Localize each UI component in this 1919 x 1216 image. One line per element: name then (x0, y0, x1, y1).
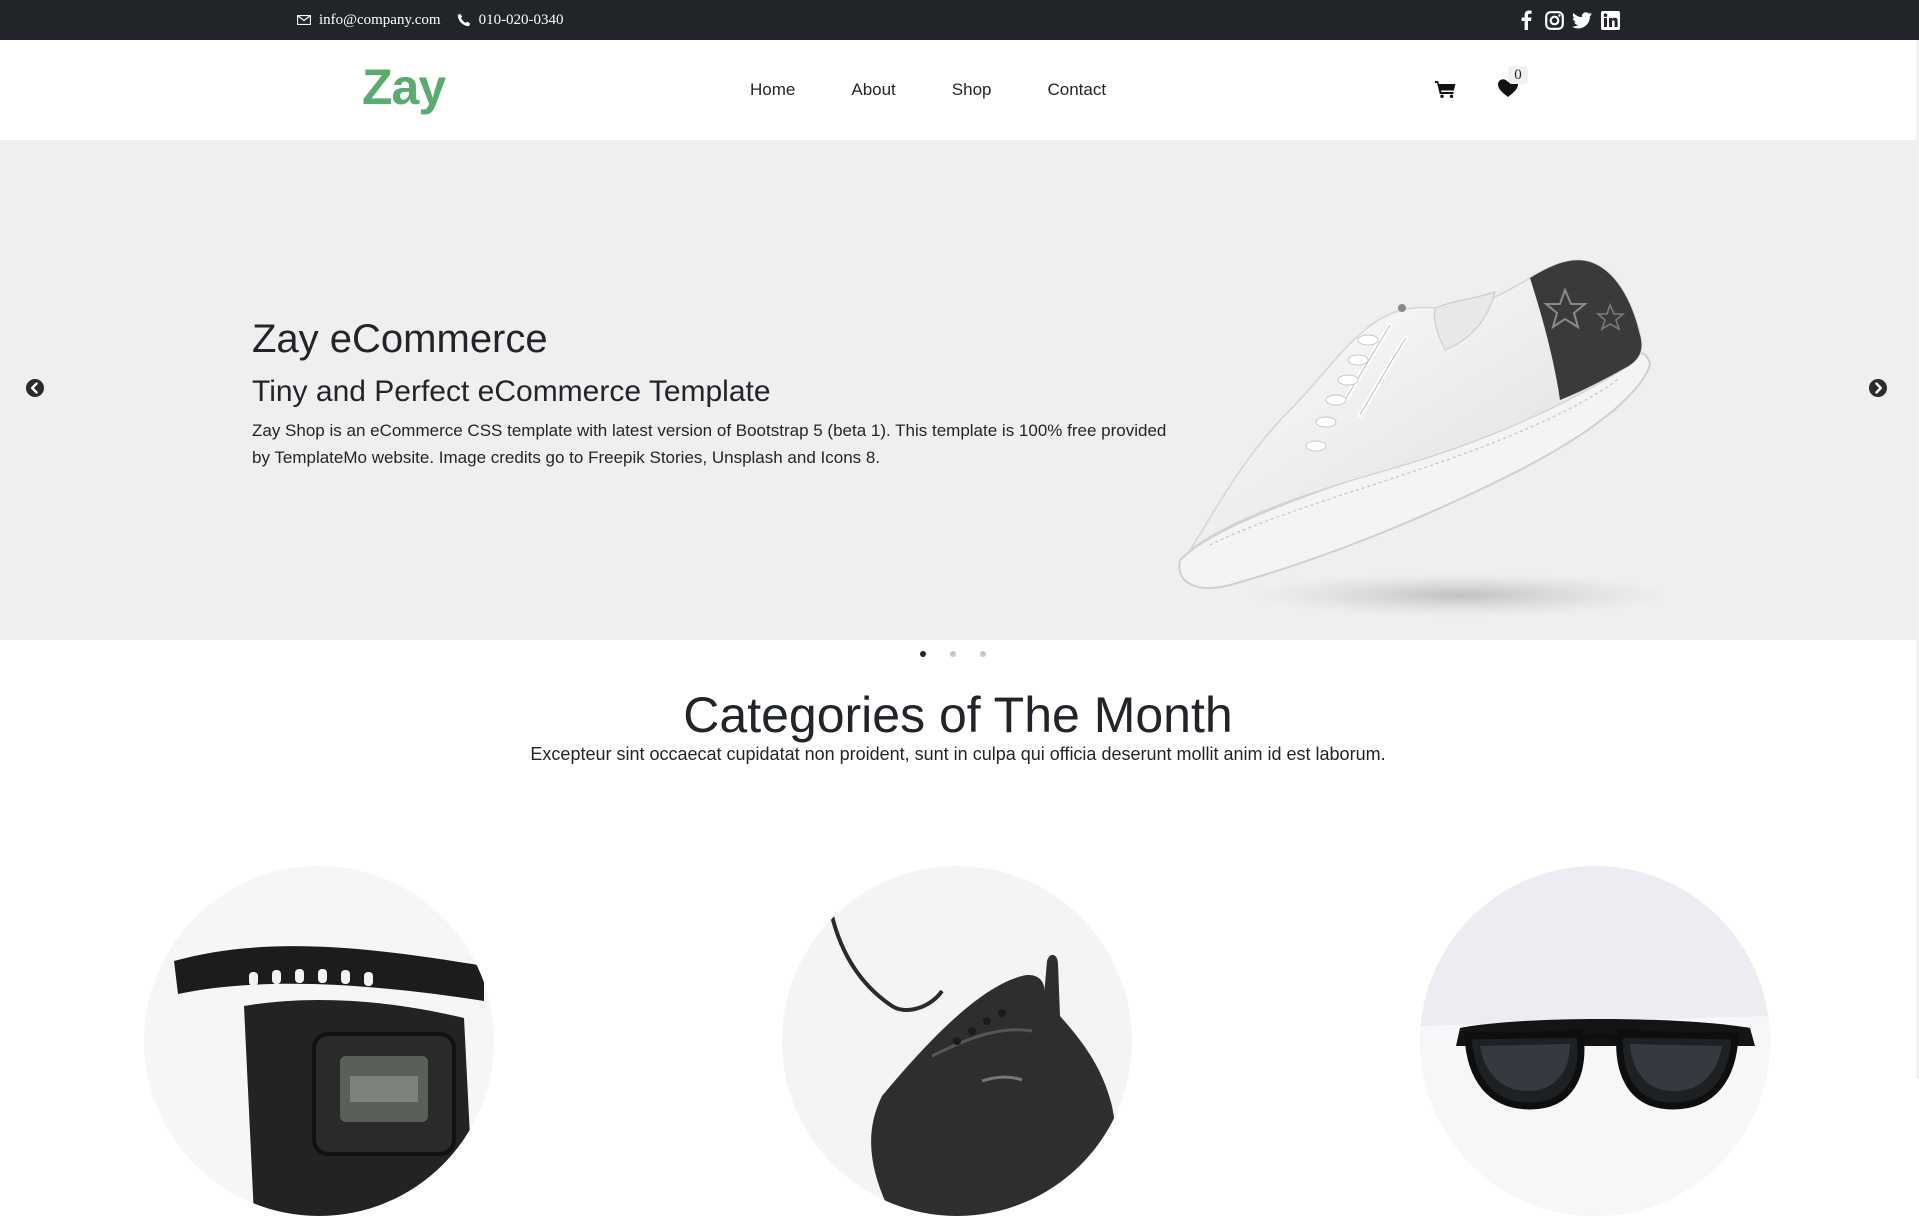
hero-shoe-image (1170, 200, 1670, 620)
wishlist-button[interactable]: 0 (1496, 66, 1528, 100)
linkedin-icon[interactable] (1600, 10, 1620, 30)
phone-icon (457, 13, 471, 27)
menu-item-contact[interactable]: Contact (1048, 80, 1107, 100)
carousel-next-button[interactable] (1868, 378, 1888, 398)
category-image-sunglasses[interactable] (1420, 866, 1770, 1216)
nav-icons: 0 (1434, 66, 1528, 100)
site-logo[interactable]: Zay (362, 62, 446, 112)
chevron-left-circle-icon (25, 379, 45, 402)
social-links (1516, 0, 1620, 40)
carousel-indicator-3[interactable] (980, 651, 986, 657)
hero-title: Zay eCommerce (252, 317, 548, 361)
wishlist-count-badge: 0 (1508, 66, 1528, 84)
instagram-icon[interactable] (1544, 10, 1564, 30)
hero-description: Zay Shop is an eCommerce CSS template wi… (252, 421, 1167, 467)
categories-subtitle: Excepteur sint occaecat cupidatat non pr… (530, 744, 1386, 764)
cart-icon[interactable] (1434, 76, 1458, 100)
main-menu: Home About Shop Contact (750, 40, 1106, 140)
hero-carousel: Zay eCommerce Tiny and Perfect eCommerce… (0, 140, 1916, 640)
phone-contact[interactable]: 010-020-0340 (457, 12, 564, 29)
carousel-prev-button[interactable] (25, 378, 45, 398)
category-image-watches[interactable] (144, 866, 494, 1216)
envelope-icon (297, 15, 311, 25)
email-link[interactable]: info@company.com (319, 12, 441, 29)
twitter-icon[interactable] (1572, 10, 1592, 30)
phone-link[interactable]: 010-020-0340 (479, 12, 564, 29)
heart-icon (1496, 79, 1520, 104)
menu-item-about[interactable]: About (851, 80, 895, 100)
facebook-icon[interactable] (1516, 10, 1536, 30)
menu-item-shop[interactable]: Shop (952, 80, 992, 100)
contact-info: info@company.com 010-020-0340 (297, 0, 572, 40)
email-contact[interactable]: info@company.com (297, 12, 441, 29)
menu-item-home[interactable]: Home (750, 80, 795, 100)
hero-subtitle: Tiny and Perfect eCommerce Template (252, 375, 771, 408)
main-navbar: Zay Home About Shop Contact 0 (0, 40, 1916, 140)
categories-title: Categories of The Month (683, 687, 1233, 743)
category-image-shoes[interactable] (782, 866, 1132, 1216)
carousel-indicators (920, 651, 986, 657)
carousel-indicator-1[interactable] (920, 651, 926, 657)
top-bar: info@company.com 010-020-0340 (0, 0, 1919, 40)
carousel-indicator-2[interactable] (950, 651, 956, 657)
chevron-right-circle-icon (1868, 379, 1888, 402)
